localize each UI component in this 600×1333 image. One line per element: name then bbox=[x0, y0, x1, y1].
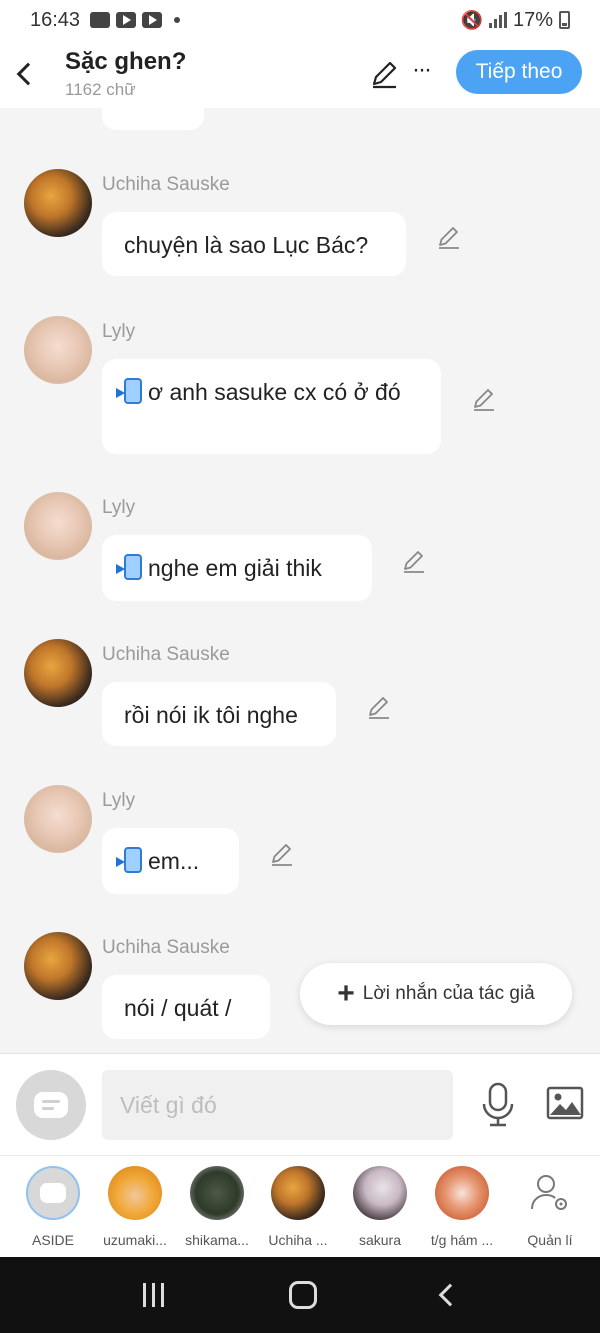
character-strip: ASIDE uzumaki... shikama... Uchiha ... s… bbox=[0, 1155, 600, 1257]
message-text: em... bbox=[148, 848, 200, 874]
back-arrow-icon[interactable] bbox=[0, 44, 50, 104]
home-icon[interactable] bbox=[288, 1281, 317, 1309]
recent-apps-icon[interactable] bbox=[142, 1283, 164, 1307]
message-input[interactable] bbox=[102, 1070, 453, 1140]
app-header: Sặc ghen? 1162 chữ ··· Tiếp theo bbox=[0, 40, 600, 108]
edit-message-pencil-icon[interactable] bbox=[401, 548, 427, 574]
edit-message-pencil-icon[interactable] bbox=[436, 224, 462, 250]
manage-characters-button[interactable]: Quản lí bbox=[510, 1166, 590, 1248]
character-aside[interactable]: ASIDE bbox=[13, 1166, 93, 1248]
character-avatar bbox=[190, 1166, 244, 1220]
message-bubble[interactable]: nghe em giải thik bbox=[102, 535, 372, 601]
message-bubble-partial bbox=[102, 108, 204, 130]
avatar-uchiha-sauske[interactable] bbox=[24, 639, 92, 707]
message-bubble[interactable]: chuyện là sao Lục Bác? bbox=[102, 212, 406, 276]
youtube-notification-icon bbox=[116, 12, 137, 28]
message-bubble[interactable]: ơ anh sasuke cx có ở đó bbox=[102, 359, 441, 454]
message-text: ơ anh sasuke cx có ở đó bbox=[148, 379, 401, 405]
edit-message-pencil-icon[interactable] bbox=[269, 841, 295, 867]
message-bubble[interactable]: nói / quát / bbox=[102, 975, 270, 1039]
status-bar: 16:43 🔇 17% bbox=[0, 0, 600, 40]
avatar-uchiha-sauske[interactable] bbox=[24, 169, 92, 237]
sender-name: Lyly bbox=[102, 321, 136, 342]
mute-icon: 🔇 bbox=[460, 9, 483, 30]
phone-emoji-icon bbox=[116, 847, 142, 873]
character-label: Quản lí bbox=[527, 1232, 573, 1248]
status-time: 16:43 bbox=[30, 8, 81, 31]
chat-area[interactable]: Uchiha Sauske chuyện là sao Lục Bác? Lyl… bbox=[0, 108, 600, 1053]
word-count: 1162 chữ bbox=[65, 80, 136, 99]
story-title: Sặc ghen? bbox=[65, 48, 187, 75]
character-label: uzumaki... bbox=[103, 1232, 167, 1248]
character-uchiha[interactable]: Uchiha ... bbox=[258, 1166, 338, 1248]
microphone-icon[interactable] bbox=[480, 1082, 516, 1128]
signal-icon bbox=[488, 12, 507, 28]
character-tg[interactable]: t/g hám ... bbox=[422, 1166, 502, 1248]
phone-emoji-icon bbox=[116, 554, 142, 580]
character-avatar bbox=[271, 1166, 325, 1220]
battery-percent: 17% bbox=[512, 8, 553, 31]
narration-toggle-icon[interactable] bbox=[16, 1070, 86, 1140]
character-avatar bbox=[435, 1166, 489, 1220]
edit-message-pencil-icon[interactable] bbox=[366, 694, 392, 720]
image-upload-icon[interactable] bbox=[546, 1086, 584, 1120]
sender-name: Uchiha Sauske bbox=[102, 937, 230, 958]
character-label: sakura bbox=[358, 1232, 402, 1248]
character-label: ASIDE bbox=[31, 1232, 74, 1248]
message-text: nghe em giải thik bbox=[148, 555, 322, 581]
author-note-button[interactable]: + Lời nhắn của tác giả bbox=[300, 963, 572, 1025]
battery-icon bbox=[559, 11, 570, 29]
message-text: chuyện là sao Lục Bác? bbox=[124, 232, 369, 258]
edit-message-pencil-icon[interactable] bbox=[471, 386, 497, 412]
next-button[interactable]: Tiếp theo bbox=[456, 50, 582, 94]
message-bubble[interactable]: em... bbox=[102, 828, 239, 894]
character-label: shikama... bbox=[185, 1232, 249, 1248]
message-text: nói / quát / bbox=[124, 995, 232, 1021]
character-label: Uchiha ... bbox=[268, 1232, 328, 1248]
character-avatar bbox=[353, 1166, 407, 1220]
edit-pencil-icon[interactable] bbox=[368, 58, 400, 90]
sender-name: Uchiha Sauske bbox=[102, 644, 230, 665]
avatar-uchiha-sauske[interactable] bbox=[24, 932, 92, 1000]
phone-emoji-icon bbox=[116, 378, 142, 404]
character-label: t/g hám ... bbox=[430, 1232, 494, 1248]
more-options-icon[interactable]: ··· bbox=[412, 56, 432, 84]
avatar-lyly[interactable] bbox=[24, 316, 92, 384]
sender-name: Uchiha Sauske bbox=[102, 174, 230, 195]
back-nav-icon[interactable] bbox=[438, 1283, 461, 1307]
manage-user-gear-icon bbox=[523, 1166, 577, 1220]
aside-avatar bbox=[26, 1166, 80, 1220]
sender-name: Lyly bbox=[102, 497, 136, 518]
message-bubble[interactable]: rồi nói ik tôi nghe bbox=[102, 682, 336, 746]
system-navigation-bar bbox=[0, 1257, 600, 1333]
message-text: rồi nói ik tôi nghe bbox=[124, 702, 298, 728]
gallery-notification-icon bbox=[90, 12, 111, 28]
sender-name: Lyly bbox=[102, 790, 136, 811]
plus-icon: + bbox=[337, 977, 355, 1010]
more-notifications-dot-icon bbox=[174, 17, 181, 23]
author-note-label: Lời nhắn của tác giả bbox=[362, 983, 535, 1004]
character-uzumaki[interactable]: uzumaki... bbox=[95, 1166, 175, 1248]
message-input-bar bbox=[0, 1053, 600, 1155]
avatar-lyly[interactable] bbox=[24, 785, 92, 853]
youtube-notification-icon-2 bbox=[142, 12, 163, 28]
avatar-lyly[interactable] bbox=[24, 492, 92, 560]
character-sakura[interactable]: sakura bbox=[340, 1166, 420, 1248]
character-shikamaru[interactable]: shikama... bbox=[177, 1166, 257, 1248]
character-avatar bbox=[108, 1166, 162, 1220]
